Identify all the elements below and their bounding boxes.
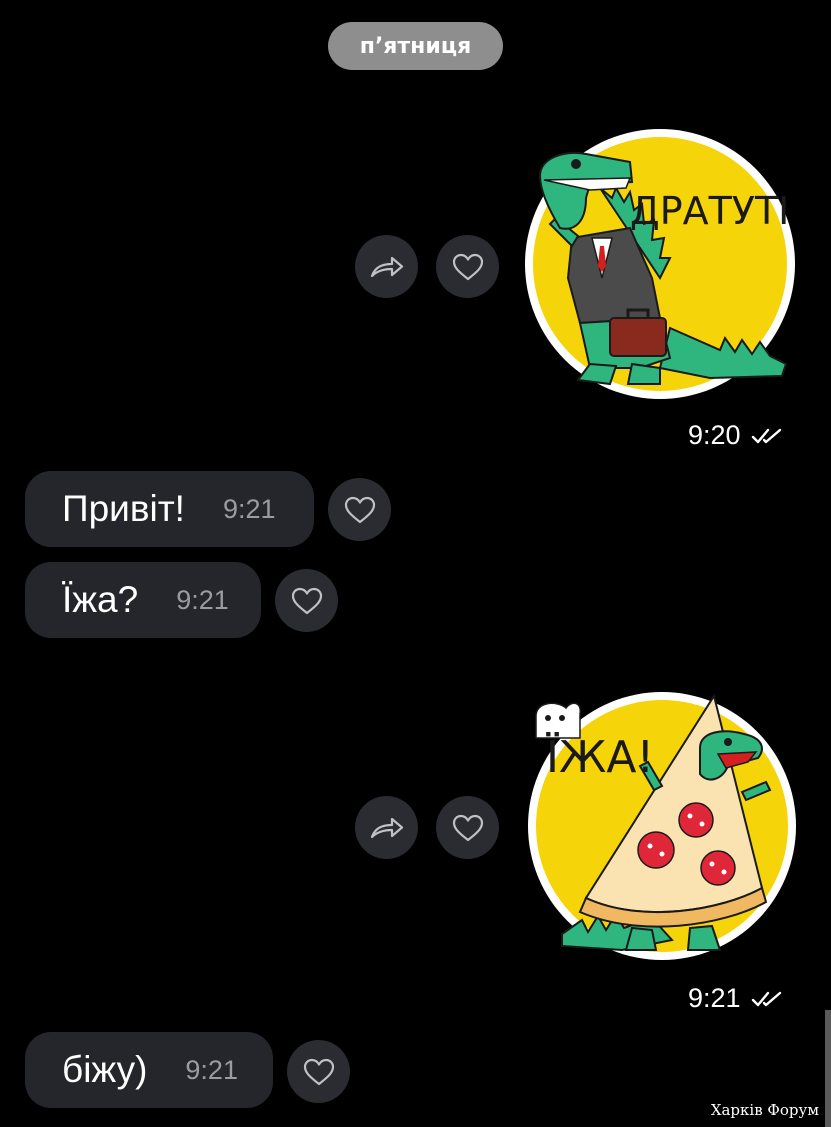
sticker-caption: ДРАТУТІ <box>630 189 789 233</box>
heart-outline-icon <box>344 496 375 523</box>
like-button[interactable] <box>328 478 391 541</box>
message-time: 9:21 <box>222 493 276 524</box>
incoming-message-bubble[interactable]: біжу) 9:21 <box>25 1032 273 1108</box>
share-button[interactable] <box>355 796 418 859</box>
message-status: 9:20 <box>688 420 783 451</box>
message-status: 9:21 <box>688 983 783 1014</box>
message-time: 9:21 <box>176 584 229 615</box>
heart-outline-icon <box>452 814 483 841</box>
message-text: біжу) <box>62 1049 148 1090</box>
date-separator: п’ятниця <box>328 22 503 70</box>
incoming-message-bubble[interactable]: Привіт! 9:21 <box>25 471 314 547</box>
like-button[interactable] <box>275 569 338 632</box>
share-arrow-icon <box>370 256 403 277</box>
food-sticker[interactable]: ЇЖА! <box>522 688 798 964</box>
like-button[interactable] <box>436 796 499 859</box>
double-check-icon <box>751 428 781 443</box>
message-time: 9:21 <box>688 983 741 1013</box>
share-arrow-icon <box>370 817 403 838</box>
heart-outline-icon <box>291 587 322 614</box>
message-text: Привіт! <box>62 488 185 529</box>
incoming-message-bubble[interactable]: Їжа? 9:21 <box>25 562 261 638</box>
scrollbar[interactable] <box>825 1010 831 1127</box>
message-time: 9:20 <box>688 420 741 450</box>
share-button[interactable] <box>355 235 418 298</box>
sticker-caption: ЇЖА! <box>546 731 654 783</box>
message-text: Їжа? <box>62 579 139 620</box>
heart-outline-icon <box>303 1058 334 1085</box>
like-button[interactable] <box>436 235 499 298</box>
greeting-sticker[interactable]: ДРАТУТІ <box>520 128 802 400</box>
double-check-icon <box>751 991 781 1006</box>
watermark: Харків Форум <box>710 1101 819 1119</box>
heart-outline-icon <box>452 253 483 280</box>
message-time: 9:21 <box>185 1054 238 1085</box>
like-button[interactable] <box>287 1040 350 1103</box>
